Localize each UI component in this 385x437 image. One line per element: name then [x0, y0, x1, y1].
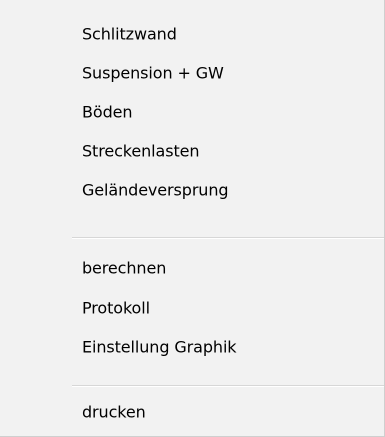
menu-item-suspension-gw[interactable]: Suspension + GW: [0, 55, 384, 91]
menu-item-label: Einstellung Graphik: [82, 337, 237, 357]
menu-item-label: Protokoll: [82, 298, 150, 318]
menu-item-label: Schlitzwand: [82, 24, 177, 44]
menu-item-streckenlasten[interactable]: Streckenlasten: [0, 133, 384, 169]
menu-item-label: Geländeversprung: [82, 180, 229, 200]
menu-item-boeden[interactable]: Böden: [0, 94, 384, 130]
menu-item-schlitzwand[interactable]: Schlitzwand: [0, 16, 384, 52]
menu-item-label: Böden: [82, 102, 133, 122]
menu-item-berechnen[interactable]: berechnen: [0, 250, 384, 286]
menu-separator: [72, 237, 384, 239]
menu-item-protokoll[interactable]: Protokoll: [0, 290, 384, 326]
context-menu: Schlitzwand Suspension + GW Böden Streck…: [0, 0, 385, 437]
menu-item-label: Suspension + GW: [82, 63, 224, 83]
menu-item-label: berechnen: [82, 258, 167, 278]
menu-item-drucken[interactable]: drucken: [0, 394, 384, 430]
menu-item-gelaendeversprung[interactable]: Geländeversprung: [0, 172, 384, 208]
menu-item-label: drucken: [82, 402, 146, 422]
menu-item-label: Streckenlasten: [82, 141, 200, 161]
menu-item-einstellung-graphik[interactable]: Einstellung Graphik: [0, 329, 384, 365]
menu-separator: [72, 385, 384, 387]
